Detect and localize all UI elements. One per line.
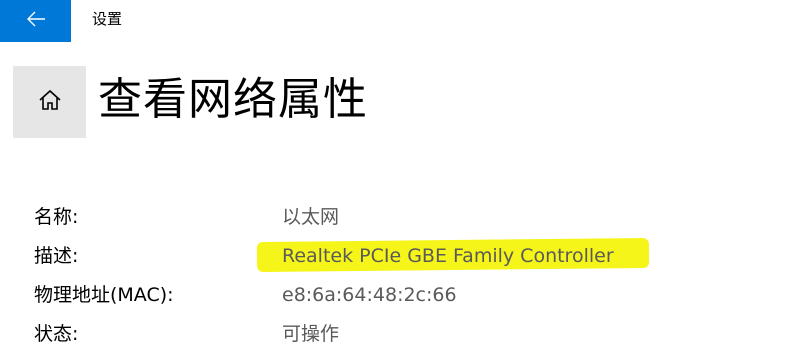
property-value[interactable]: 以太网 bbox=[282, 204, 339, 230]
property-row-description: 描述: Realtek PCIe GBE Family Controller bbox=[34, 237, 774, 276]
property-label: 描述: bbox=[34, 245, 79, 267]
app-title: 设置 bbox=[92, 10, 123, 28]
property-label: 名称: bbox=[34, 206, 79, 228]
property-row-mac: 物理地址(MAC): e8:6a:64:48:2c:66 bbox=[34, 276, 774, 315]
page-title: 查看网络属性 bbox=[98, 74, 368, 125]
property-row-status: 状态: 可操作 bbox=[34, 315, 774, 354]
network-properties-list: 名称: 以太网 描述: Realtek PCIe GBE Family Cont… bbox=[34, 198, 774, 354]
home-icon bbox=[37, 88, 63, 116]
property-row-name: 名称: 以太网 bbox=[34, 198, 774, 237]
back-button[interactable] bbox=[0, 0, 71, 42]
arrow-left-icon bbox=[26, 11, 46, 31]
property-value[interactable]: 可操作 bbox=[282, 321, 339, 347]
property-value[interactable]: Realtek PCIe GBE Family Controller bbox=[282, 243, 614, 269]
home-button[interactable] bbox=[13, 66, 86, 138]
property-label: 状态: bbox=[34, 323, 79, 345]
property-value[interactable]: e8:6a:64:48:2c:66 bbox=[282, 282, 457, 308]
property-label: 物理地址(MAC): bbox=[34, 284, 174, 306]
title-bar: 设置 bbox=[0, 0, 788, 42]
